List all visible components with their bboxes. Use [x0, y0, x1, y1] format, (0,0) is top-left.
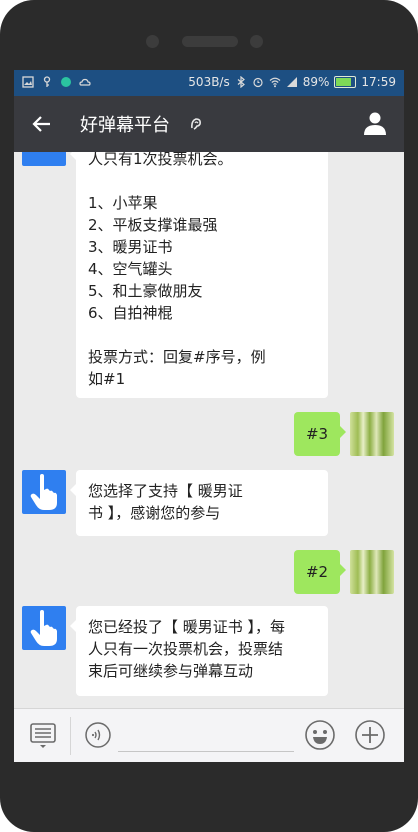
message-line: [88, 170, 316, 192]
screen: 503B/s 89% 17:59 好弹幕平台 人只有1次投票机会。 1、小苹果: [14, 70, 404, 762]
message-line: 如#1: [88, 370, 126, 388]
voice-icon[interactable]: [84, 721, 112, 749]
message-line: 5、和土豪做朋友: [88, 282, 203, 300]
message-text: #3: [305, 425, 329, 443]
status-bar: 503B/s 89% 17:59: [14, 70, 404, 96]
user-avatar[interactable]: [350, 550, 394, 594]
title-bar: 好弹幕平台: [14, 96, 404, 152]
battery-percent: 89%: [302, 75, 330, 89]
alarm-icon: [253, 77, 263, 88]
sent-message-bubble: #3: [294, 412, 346, 456]
bluetooth-icon: [237, 76, 245, 88]
wifi-icon: [269, 77, 281, 88]
key-notification-icon: [43, 76, 51, 87]
message-input[interactable]: [118, 751, 294, 752]
page-title: 好弹幕平台: [80, 115, 170, 136]
hand-pointer-icon: [30, 474, 57, 510]
message-line: [88, 324, 316, 346]
message-bubble: 您已经投了【 暖男证书 】，每 人只有一次投票机会，投票结 束后可继续参与弹幕互…: [70, 606, 328, 696]
message-line: 投票方式：回复#序号，例: [88, 348, 266, 366]
message-line: 您选择了支持【 暖男证: [88, 482, 243, 500]
profile-icon[interactable]: [362, 110, 388, 136]
user-avatar[interactable]: [350, 412, 394, 456]
message-line: 人只有1次投票机会。: [88, 152, 233, 168]
emoji-icon[interactable]: [304, 719, 336, 751]
speaker-grille: [182, 36, 238, 47]
message-line: 束后可继续参与弹幕互动: [88, 662, 254, 680]
message-line: 书 】，感谢您的参与: [88, 504, 221, 522]
message-line: 人只有一次投票机会，投票结: [88, 640, 284, 658]
message-line: 2、平板支撑谁最强: [88, 216, 218, 234]
bot-avatar[interactable]: [22, 470, 66, 514]
image-notification-icon: [22, 76, 34, 88]
separator: [70, 717, 71, 755]
clock: 17:59: [361, 75, 396, 89]
sensor-dot: [250, 35, 263, 48]
camera-dot: [146, 35, 159, 48]
chat-area[interactable]: 人只有1次投票机会。 1、小苹果 2、平板支撑谁最强 3、暖男证书 4、空气罐头…: [14, 152, 404, 708]
bot-avatar[interactable]: [22, 152, 66, 166]
sent-message-bubble: #2: [294, 550, 346, 594]
phone-frame: 503B/s 89% 17:59 好弹幕平台 人只有1次投票机会。 1、小苹果: [0, 0, 418, 832]
hand-pointer-icon: [30, 610, 57, 646]
message-bubble: 人只有1次投票机会。 1、小苹果 2、平板支撑谁最强 3、暖男证书 4、空气罐头…: [70, 152, 328, 398]
message-bubble: 您选择了支持【 暖男证 书 】，感谢您的参与: [70, 470, 328, 536]
message-line: 6、自拍神棍: [88, 304, 173, 322]
message-text: #2: [305, 563, 329, 581]
battery-icon: [334, 76, 357, 88]
app-notification-icon: [61, 77, 71, 87]
back-arrow-icon[interactable]: [30, 112, 54, 136]
input-bar: [14, 708, 404, 762]
message-line: 1、小苹果: [88, 194, 158, 212]
ear-icon: [191, 118, 201, 130]
keyboard-icon[interactable]: [28, 721, 58, 751]
message-line: 3、暖男证书: [88, 238, 173, 256]
network-speed: 503B/s: [188, 75, 230, 89]
plus-icon[interactable]: [354, 719, 386, 751]
message-line: 4、空气罐头: [88, 260, 173, 278]
bot-avatar[interactable]: [22, 606, 66, 650]
cloud-notification-icon: [79, 78, 91, 86]
signal-icon: [286, 77, 297, 87]
message-line: 您已经投了【 暖男证书 】，每: [88, 618, 286, 636]
